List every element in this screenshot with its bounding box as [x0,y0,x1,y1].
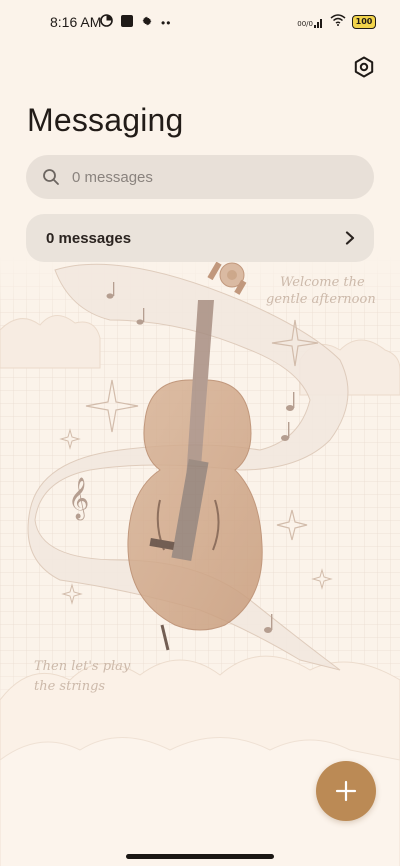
art-text-bottom-line1: Then let's play [34,659,131,674]
new-message-button[interactable] [316,761,376,821]
more-dots-icon: •• [161,16,172,30]
settings-hexagon-icon [354,56,374,78]
square-notification-icon [121,14,133,32]
art-text-bottom-line2: the strings [34,679,105,694]
status-bar: 8:16 AM •• 00/0 100 [0,0,400,44]
battery-icon: 100 [352,15,376,29]
signal-icon: 00/0 [297,17,324,28]
svg-text:𝄞: 𝄞 [68,477,89,520]
settings-button[interactable] [352,55,376,79]
art-text-top-line2: gentle afternoon [266,292,376,307]
data-saver-icon [100,14,113,32]
search-bar[interactable] [26,155,374,199]
signal-text: 00/0 [297,19,313,28]
home-indicator[interactable] [126,854,274,859]
status-icons-right: 00/0 100 [297,13,376,31]
art-text-top-line1: Welcome the [280,275,365,290]
wifi-icon [330,13,346,31]
status-icons-left: •• [100,14,171,32]
messages-summary-label: 0 messages [46,229,132,247]
plus-icon [335,780,357,802]
messages-summary-card[interactable]: 0 messages [26,214,374,262]
settings-gear-icon [141,14,153,32]
search-icon [43,169,59,185]
search-input[interactable] [70,167,334,187]
status-time: 8:16 AM [50,14,102,30]
page-title: Messaging [27,102,184,138]
chevron-right-icon [345,231,355,245]
